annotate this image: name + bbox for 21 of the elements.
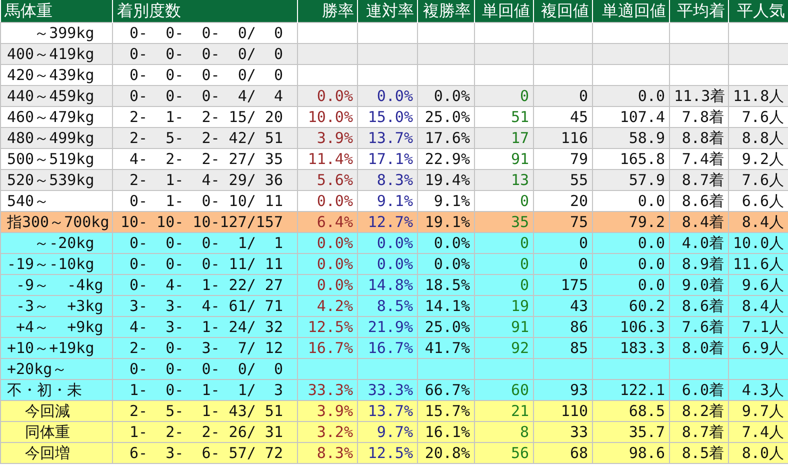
record-cell: 6- 3- 6- 57/ 72 (112, 442, 298, 464)
record-cell: 0- 0- 0- 0/ 0 (112, 22, 298, 44)
column-header: 馬体重 (0, 0, 112, 22)
column-header: 単適回値 (592, 0, 670, 22)
column-header: 複勝率 (418, 0, 474, 22)
table-cell: 12.5% (358, 442, 418, 464)
column-header: 単回値 (474, 0, 534, 22)
column-header: 平人気 (728, 0, 788, 22)
column-header: 勝率 (298, 0, 358, 22)
column-header: 複回値 (534, 0, 592, 22)
table-cell: 8.5着 (670, 442, 728, 464)
table-cell: 8.3% (298, 442, 358, 464)
table-cell: 56 (474, 442, 534, 464)
table-cell: 68 (534, 442, 592, 464)
table-cell: 20.8% (418, 442, 474, 464)
column-header: 着別度数 (112, 0, 298, 22)
table-cell: 98.6 (592, 442, 670, 464)
column-header: 連対率 (358, 0, 418, 22)
row-label: 今回増 (0, 442, 112, 464)
row-label: ～399kg (0, 22, 112, 44)
column-header: 平均着 (670, 0, 728, 22)
